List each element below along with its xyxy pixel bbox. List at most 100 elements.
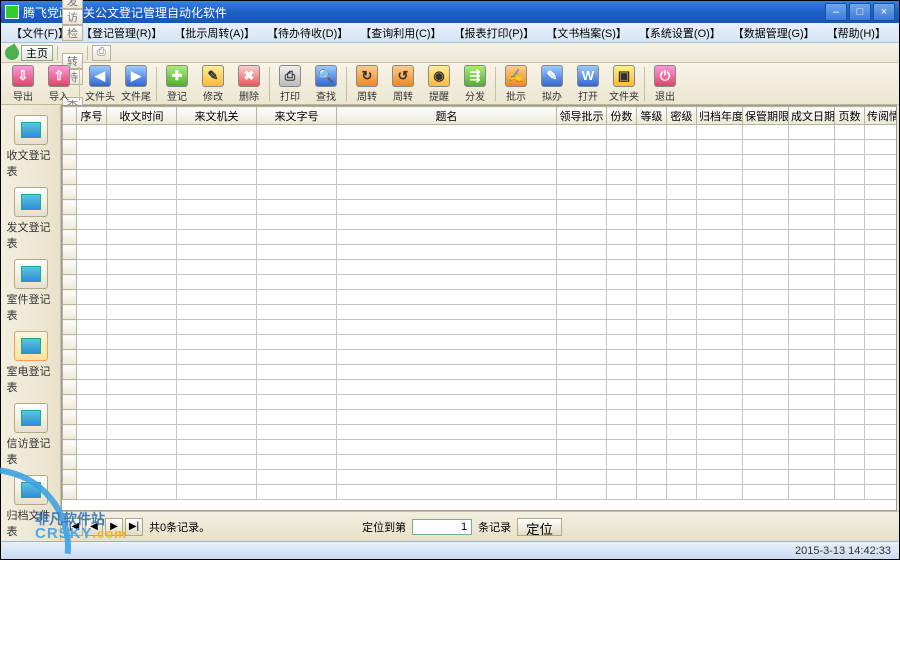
column-header[interactable]: 成文日期 [789, 107, 835, 125]
maximize-button[interactable]: □ [849, 3, 871, 21]
pager-prev[interactable]: ◀ [85, 518, 103, 536]
column-header[interactable]: 来文字号 [257, 107, 337, 125]
smallbar-main[interactable]: 主页 [21, 45, 53, 61]
menu-item-2[interactable]: 【批示周转(A)】 [168, 25, 261, 41]
sidebar-item-1[interactable]: 发文登记表 [7, 187, 55, 251]
toolbar-提醒[interactable]: ◉提醒 [421, 64, 457, 104]
column-header[interactable]: 来文机关 [177, 107, 257, 125]
table-row[interactable] [63, 170, 898, 185]
menu-item-5[interactable]: 【报表打印(P)】 [448, 25, 541, 41]
table-row[interactable] [63, 320, 898, 335]
menu-item-8[interactable]: 【数据管理(G)】 [727, 25, 821, 41]
table-row[interactable] [63, 290, 898, 305]
smallbar-print-icon[interactable]: ⎙ [92, 45, 111, 61]
toolbar-修改[interactable]: ✎修改 [195, 64, 231, 104]
menu-bar: 【文件(F)】【登记管理(R)】【批示周转(A)】【待办待收(D)】【查询利用(… [1, 23, 899, 43]
column-header[interactable]: 领导批示 [557, 107, 607, 125]
menu-item-4[interactable]: 【查询利用(C)】 [354, 25, 447, 41]
column-header[interactable]: 归档年度 [697, 107, 743, 125]
sidebar-icon [14, 187, 48, 217]
toolbar-icon: W [577, 65, 599, 87]
toolbar-拟办[interactable]: ✎拟办 [534, 64, 570, 104]
table-row[interactable] [63, 470, 898, 485]
menu-item-6[interactable]: 【文书档案(S)】 [540, 25, 633, 41]
menu-item-7[interactable]: 【系统设置(O)】 [633, 25, 727, 41]
table-row[interactable] [63, 350, 898, 365]
toolbar-分发[interactable]: ⇶分发 [457, 64, 493, 104]
toolbar-icon: ✎ [541, 65, 563, 87]
smallbar-btn-4[interactable]: 访 [62, 9, 83, 25]
sidebar-item-4[interactable]: 信访登记表 [7, 403, 55, 467]
table-row[interactable] [63, 125, 898, 140]
column-header[interactable]: 等级 [637, 107, 667, 125]
table-row[interactable] [63, 305, 898, 320]
table-row[interactable] [63, 230, 898, 245]
column-header[interactable]: 传阅情况 [865, 107, 898, 125]
table-row[interactable] [63, 410, 898, 425]
table-row[interactable] [63, 260, 898, 275]
toolbar-批示[interactable]: ✍批示 [498, 64, 534, 104]
toolbar-查找[interactable]: 🔍查找 [308, 64, 344, 104]
table-row[interactable] [63, 155, 898, 170]
table-row[interactable] [63, 335, 898, 350]
table-row[interactable] [63, 200, 898, 215]
toolbar-打印[interactable]: ⎙打印 [272, 64, 308, 104]
table-row[interactable] [63, 245, 898, 260]
toolbar-周转[interactable]: ↺周转 [385, 64, 421, 104]
toolbar-label: 打印 [280, 88, 300, 103]
toolbar-icon: ⇶ [464, 65, 486, 87]
pager-first[interactable]: |◀ [65, 518, 83, 536]
sidebar-item-5[interactable]: 归档文件表 [7, 475, 55, 539]
table-row[interactable] [63, 365, 898, 380]
toolbar-登记[interactable]: ✚登记 [159, 64, 195, 104]
toolbar-label: 文件尾 [121, 88, 151, 103]
table-row[interactable] [63, 140, 898, 155]
toolbar-删除[interactable]: ✖删除 [231, 64, 267, 104]
table-row[interactable] [63, 275, 898, 290]
sidebar-item-0[interactable]: 收文登记表 [7, 115, 55, 179]
toolbar-文件尾[interactable]: ▶文件尾 [118, 64, 154, 104]
sidebar-item-3[interactable]: 室电登记表 [7, 331, 55, 395]
pager-locate-button[interactable]: 定位 [517, 518, 562, 536]
toolbar-打开[interactable]: W打开 [570, 64, 606, 104]
column-header[interactable]: 收文时间 [107, 107, 177, 125]
toolbar-文件夹[interactable]: ▣文件夹 [606, 64, 642, 104]
table-row[interactable] [63, 215, 898, 230]
toolbar-退出[interactable]: ⏻退出 [647, 64, 683, 104]
toolbar-周转[interactable]: ↻周转 [349, 64, 385, 104]
column-header[interactable]: 份数 [607, 107, 637, 125]
column-header[interactable]: 序号 [77, 107, 107, 125]
table-row[interactable] [63, 440, 898, 455]
table-row[interactable] [63, 185, 898, 200]
smallbar-btn-3[interactable]: 发 [62, 0, 83, 9]
toolbar-icon: ✎ [202, 65, 224, 87]
toolbar-icon: ▣ [613, 65, 635, 87]
column-header[interactable]: 页数 [835, 107, 865, 125]
status-bar: 2015-3-13 14:42:33 [1, 541, 899, 559]
table-row[interactable] [63, 395, 898, 410]
column-header[interactable]: 密级 [667, 107, 697, 125]
minimize-button[interactable]: – [825, 3, 847, 21]
menu-item-9[interactable]: 【帮助(H)】 [821, 25, 892, 41]
pager-goto-input[interactable] [412, 519, 472, 535]
menu-item-1[interactable]: 【登记管理(R)】 [75, 25, 168, 41]
pager-next[interactable]: ▶ [105, 518, 123, 536]
toolbar-label: 删除 [239, 88, 259, 103]
toolbar-导入[interactable]: ⇧导入 [41, 64, 77, 104]
table-row[interactable] [63, 380, 898, 395]
toolbar-导出[interactable]: ⇩导出 [5, 64, 41, 104]
menu-item-3[interactable]: 【待办待收(D)】 [261, 25, 354, 41]
column-header[interactable] [63, 107, 77, 125]
table-row[interactable] [63, 425, 898, 440]
column-header[interactable]: 保管期限 [743, 107, 789, 125]
close-button[interactable]: × [873, 3, 895, 21]
table-row[interactable] [63, 455, 898, 470]
sidebar-item-2[interactable]: 室件登记表 [7, 259, 55, 323]
toolbar-label: 登记 [167, 88, 187, 103]
toolbar-文件头[interactable]: ◀文件头 [82, 64, 118, 104]
pager-last[interactable]: ▶| [125, 518, 143, 536]
smallbar-btn-5[interactable]: 检 [62, 25, 83, 41]
table-row[interactable] [63, 485, 898, 500]
column-header[interactable]: 题名 [337, 107, 557, 125]
data-grid[interactable]: 序号收文时间来文机关来文字号题名领导批示份数等级密级归档年度保管期限成文日期页数… [61, 105, 897, 511]
